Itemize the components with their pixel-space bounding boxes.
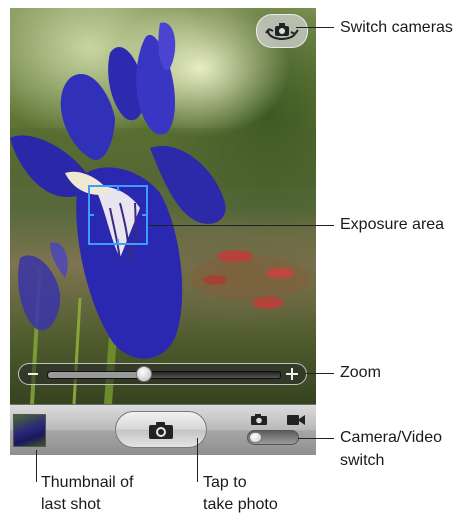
callout-thumbnail-line1: Thumbnail of: [41, 474, 134, 491]
callout-camera-video-line2: switch: [340, 452, 385, 469]
camera-rotate-icon: [265, 23, 299, 40]
zoom-in-icon[interactable]: [286, 368, 298, 380]
zoom-fill: [48, 372, 146, 378]
viewfinder[interactable]: [10, 8, 316, 404]
callout-line-switch-cameras: [296, 27, 334, 28]
callout-switch-cameras: Switch cameras: [340, 19, 453, 36]
camera-video-switch-knob[interactable]: [249, 432, 262, 443]
camera-toolbar: [10, 404, 316, 455]
exposure-area-box[interactable]: [88, 185, 148, 245]
zoom-thumb[interactable]: [136, 366, 153, 382]
callout-line-camera-video: [298, 438, 334, 439]
callout-exposure-area: Exposure area: [340, 216, 445, 233]
callout-tap-line1: Tap to: [203, 474, 247, 491]
callout-zoom: Zoom: [340, 364, 381, 381]
callout-tap-line2: take photo: [203, 496, 278, 513]
switch-cameras-button[interactable]: [256, 14, 308, 48]
camera-video-switch[interactable]: [247, 430, 299, 445]
callout-camera-video-line1: Camera/Video: [340, 429, 442, 446]
photo-mode-camera-icon: [251, 414, 267, 425]
iris-flower-photo: [10, 22, 316, 404]
callout-line-exposure: [148, 225, 334, 226]
shutter-button[interactable]: [115, 411, 207, 448]
camera-icon: [149, 421, 173, 439]
zoom-slider[interactable]: [18, 363, 307, 385]
zoom-track[interactable]: [47, 371, 281, 379]
callout-thumbnail-line2: last shot: [41, 496, 101, 513]
callout-line-thumbnail: [36, 450, 37, 482]
camera-screen: [10, 8, 316, 455]
video-camera-icon: [287, 415, 305, 425]
last-shot-thumbnail[interactable]: [13, 414, 46, 447]
callout-line-zoom: [306, 373, 334, 374]
zoom-out-icon[interactable]: [28, 373, 38, 375]
callout-line-tap: [197, 438, 198, 482]
